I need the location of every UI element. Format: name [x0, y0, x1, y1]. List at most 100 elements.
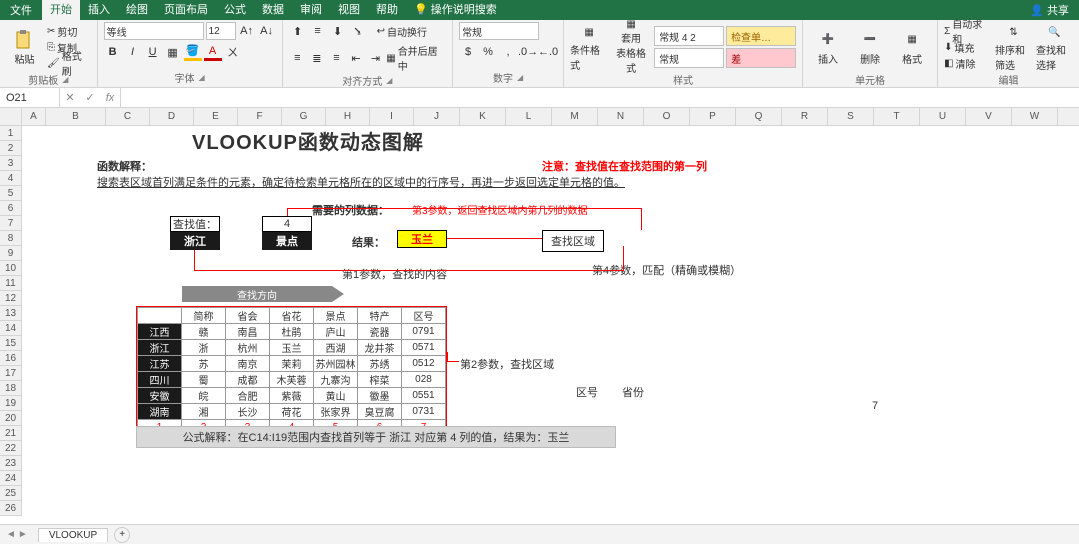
align-middle-icon[interactable]: ≡	[309, 22, 327, 40]
row-header[interactable]: 17	[0, 366, 21, 381]
sheet-tab[interactable]: VLOOKUP	[38, 528, 108, 542]
style-normal[interactable]: 常规 4 2	[654, 26, 724, 46]
col-header[interactable]: K	[460, 108, 506, 125]
align-dialog-icon[interactable]: ◢	[386, 76, 392, 85]
orientation-icon[interactable]: ⭸	[349, 22, 367, 40]
row-header[interactable]: 8	[0, 231, 21, 246]
font-name-select[interactable]: 等线	[104, 22, 204, 40]
row-header[interactable]: 22	[0, 441, 21, 456]
row-header[interactable]: 19	[0, 396, 21, 411]
col-header[interactable]: T	[874, 108, 920, 125]
align-bottom-icon[interactable]: ⬇	[329, 22, 347, 40]
row-header[interactable]: 10	[0, 261, 21, 276]
worksheet-grid[interactable]: ABCDEFGHIJKLMNOPQRSTUVW 1234567891011121…	[0, 108, 1079, 524]
row-headers[interactable]: 1234567891011121314151617181920212223242…	[0, 126, 22, 516]
enter-formula-icon[interactable]: ✓	[80, 88, 100, 107]
tab-home[interactable]: 开始	[42, 0, 80, 20]
row-header[interactable]: 9	[0, 246, 21, 261]
file-button[interactable]: 文件	[0, 2, 42, 18]
indent-dec-icon[interactable]: ⇤	[347, 49, 365, 67]
share-button[interactable]: 👤 共享	[1020, 2, 1079, 18]
col-header[interactable]: J	[414, 108, 460, 125]
tab-data[interactable]: 数据	[254, 0, 292, 20]
cut-button[interactable]: ✂剪切	[47, 24, 91, 39]
row-header[interactable]: 21	[0, 426, 21, 441]
row-header[interactable]: 26	[0, 501, 21, 516]
phonetic-button[interactable]: ㄨ	[224, 43, 242, 61]
row-header[interactable]: 3	[0, 156, 21, 171]
font-size-select[interactable]: 12	[206, 22, 236, 40]
align-center-icon[interactable]: ≣	[308, 49, 326, 67]
tab-insert[interactable]: 插入	[80, 0, 118, 20]
style-check[interactable]: 检查单…	[726, 26, 796, 46]
tab-layout[interactable]: 页面布局	[156, 0, 216, 20]
name-box[interactable]: O21	[0, 88, 60, 107]
align-right-icon[interactable]: ≡	[328, 49, 346, 67]
col-header[interactable]: S	[828, 108, 874, 125]
col-header[interactable]: E	[194, 108, 238, 125]
row-header[interactable]: 6	[0, 201, 21, 216]
column-headers[interactable]: ABCDEFGHIJKLMNOPQRSTUVW	[22, 108, 1079, 126]
sheet-nav-prev-icon[interactable]: ◄	[6, 529, 16, 540]
row-header[interactable]: 7	[0, 216, 21, 231]
col-header[interactable]: I	[370, 108, 414, 125]
col-header[interactable]: F	[238, 108, 282, 125]
find-select-button[interactable]: 🔍查找和选择	[1036, 22, 1073, 72]
row-header[interactable]: 5	[0, 186, 21, 201]
fx-icon[interactable]: fx	[100, 88, 120, 107]
format-cells-button[interactable]: ▦格式	[893, 22, 931, 72]
row-header[interactable]: 11	[0, 276, 21, 291]
style-regular[interactable]: 常规	[654, 48, 724, 68]
wrap-button[interactable]: ↩自动换行	[377, 24, 427, 39]
sheet-nav-next-icon[interactable]: ►	[18, 529, 28, 540]
fill-button[interactable]: ⬇填充	[944, 40, 991, 55]
comma-icon[interactable]: ,	[499, 43, 517, 61]
painter-button[interactable]: 🖌格式刷	[47, 56, 91, 71]
col-header[interactable]: H	[326, 108, 370, 125]
sort-filter-button[interactable]: ⇅排序和筛选	[995, 22, 1032, 72]
autosum-button[interactable]: Σ自动求和	[944, 24, 991, 39]
cond-format-button[interactable]: ▦条件格式	[570, 22, 608, 72]
dec-decimal-icon[interactable]: ←.0	[539, 43, 557, 61]
row-header[interactable]: 1	[0, 126, 21, 141]
table-format-button[interactable]: ▦套用 表格格式	[612, 22, 650, 72]
delete-cells-button[interactable]: ➖删除	[851, 22, 889, 72]
tab-view[interactable]: 视图	[330, 0, 368, 20]
inc-decimal-icon[interactable]: .0→	[519, 43, 537, 61]
clear-button[interactable]: ◧清除	[944, 56, 991, 71]
insert-cells-button[interactable]: ➕插入	[809, 22, 847, 72]
col-header[interactable]: B	[46, 108, 106, 125]
row-header[interactable]: 4	[0, 171, 21, 186]
align-left-icon[interactable]: ≡	[289, 49, 307, 67]
tab-formulas[interactable]: 公式	[216, 0, 254, 20]
underline-button[interactable]: U	[144, 43, 162, 61]
col-header[interactable]: Q	[736, 108, 782, 125]
currency-icon[interactable]: $	[459, 43, 477, 61]
number-dialog-icon[interactable]: ◢	[517, 73, 523, 82]
number-format-select[interactable]: 常规	[459, 22, 539, 40]
cells-area[interactable]: VLOOKUP函数动态图解 函数解释： 搜索表区域首列满足条件的元素，确定待检索…	[22, 126, 1079, 524]
percent-icon[interactable]: %	[479, 43, 497, 61]
col-header[interactable]: M	[552, 108, 598, 125]
paste-button[interactable]: 粘贴	[6, 22, 43, 72]
col-header[interactable]: U	[920, 108, 966, 125]
col-header[interactable]: A	[22, 108, 46, 125]
tab-review[interactable]: 审阅	[292, 0, 330, 20]
row-header[interactable]: 23	[0, 456, 21, 471]
border-button[interactable]: ▦	[164, 43, 182, 61]
style-bad[interactable]: 差	[726, 48, 796, 68]
col-header[interactable]: D	[150, 108, 194, 125]
row-header[interactable]: 2	[0, 141, 21, 156]
row-header[interactable]: 13	[0, 306, 21, 321]
tab-help[interactable]: 帮助	[368, 0, 406, 20]
font-color-button[interactable]: A	[204, 43, 222, 61]
increase-font-icon[interactable]: A↑	[238, 22, 256, 40]
row-header[interactable]: 24	[0, 471, 21, 486]
tab-draw[interactable]: 绘图	[118, 0, 156, 20]
row-header[interactable]: 16	[0, 351, 21, 366]
col-header[interactable]: O	[644, 108, 690, 125]
col-header[interactable]: R	[782, 108, 828, 125]
row-header[interactable]: 14	[0, 321, 21, 336]
row-header[interactable]: 25	[0, 486, 21, 501]
col-header[interactable]: C	[106, 108, 150, 125]
